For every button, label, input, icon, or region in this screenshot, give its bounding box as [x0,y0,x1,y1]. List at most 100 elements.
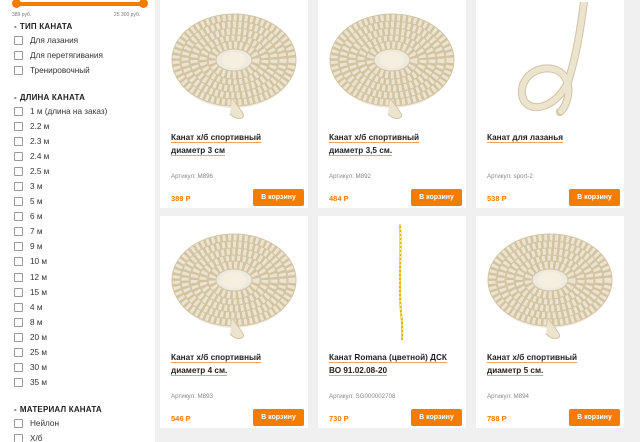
filter-option[interactable]: 4 м [14,300,154,315]
price-max-handle[interactable] [139,0,148,8]
product-title-line[interactable]: Канат для лазанья [487,133,564,143]
product-title[interactable]: Канат х/б спортивный диаметр 5 см. [487,352,617,377]
filter-checkbox[interactable] [14,317,23,327]
thin-rope-icon[interactable] [326,222,458,342]
filter-checkbox[interactable] [14,167,23,177]
filter-checkbox[interactable] [14,419,23,429]
filter-option[interactable]: 6 м [14,209,154,224]
filter-option[interactable]: Тренировочный [14,63,154,78]
product-title-line[interactable]: Канат х/б спортивный [329,133,420,143]
filter-checkbox[interactable] [14,302,23,312]
filter-checkbox[interactable] [14,287,23,297]
filter-option[interactable]: Нейлон [14,416,154,431]
filter-option[interactable]: 12 м [14,270,154,285]
product-price: 538 Р [487,194,507,203]
product-title-line[interactable]: диаметр 3,5 см. [329,145,393,156]
product-title-line[interactable]: Канат Romana (цветной) ДСК [329,353,447,363]
filter-checkbox[interactable] [14,212,23,222]
filter-checkbox[interactable] [14,362,23,372]
filter-option[interactable]: 2.4 м [14,149,154,164]
add-to-cart-button[interactable]: В корзину [569,189,620,206]
filter-option-label: 12 м [30,272,48,282]
filter-option-label: 25 м [30,347,48,357]
price-max-label: 25 300 руб. [114,12,141,18]
add-to-cart-button[interactable]: В корзину [411,409,462,426]
filter-option[interactable]: 2.2 м [14,119,154,134]
filter-checkbox[interactable] [14,66,23,76]
filter-option[interactable]: 15 м [14,285,154,300]
filter-group-title[interactable]: - МАТЕРИАЛ КАНАТА [14,404,154,416]
product-card[interactable]: Канат х/б спортивный диаметр 3 см Артикул:… [160,0,308,208]
filter-checkbox[interactable] [14,152,23,162]
product-title[interactable]: Канат Romana (цветной) ДСК ВО 91.02.08-20 [329,352,459,377]
product-title[interactable]: Канат для лазанья [487,132,617,145]
add-to-cart-button[interactable]: В корзину [569,409,620,426]
filter-option[interactable]: 25 м [14,345,154,360]
product-title-line[interactable]: ВО 91.02.08-20 [329,365,388,376]
filter-option[interactable]: Для лазания [14,33,154,48]
filter-option[interactable]: 3 м [14,179,154,194]
filter-checkbox[interactable] [14,227,23,237]
product-card[interactable]: Канат х/б спортивный диаметр 4 см. Артикул… [160,216,308,428]
filter-option[interactable]: 10 м [14,254,154,269]
filter-checkbox[interactable] [14,242,23,252]
filter-checkbox[interactable] [14,137,23,147]
hanging-rope-icon[interactable] [484,0,616,122]
filter-checkbox[interactable] [14,377,23,387]
filter-checkbox[interactable] [14,36,23,46]
product-title-line[interactable]: Канат х/б спортивный [487,353,578,363]
product-card[interactable]: Канат х/б спортивный диаметр 3,5 см. Артик… [318,0,466,208]
filter-checkbox[interactable] [14,197,23,207]
coiled-rope-icon[interactable] [326,2,458,122]
filter-checkbox[interactable] [14,434,23,442]
add-to-cart-button[interactable]: В корзину [253,409,304,426]
filter-option[interactable]: 7 м [14,224,154,239]
coiled-rope-icon[interactable] [484,222,616,342]
add-to-cart-button[interactable]: В корзину [253,189,304,206]
filter-option[interactable]: 35 м [14,375,154,390]
filter-option-label: 30 м [30,362,48,372]
price-slider-track [14,2,146,6]
product-card[interactable]: Канат Romana (цветной) ДСК ВО 91.02.08-20… [318,216,466,428]
coiled-rope-icon[interactable] [168,2,300,122]
product-title[interactable]: Канат х/б спортивный диаметр 3,5 см. [329,132,459,157]
filter-checkbox[interactable] [14,257,23,267]
product-sku: Артикул: М893 [171,393,213,400]
product-title-line[interactable]: Канат х/б спортивный [171,353,262,363]
filter-option[interactable]: 30 м [14,360,154,375]
filter-option[interactable]: Для перетягивания [14,48,154,63]
product-title-line[interactable]: Канат х/б спортивный [171,133,262,143]
add-to-cart-button[interactable]: В корзину [411,189,462,206]
filter-option[interactable]: 20 м [14,330,154,345]
price-min-handle[interactable] [12,0,21,8]
product-title-line[interactable]: диаметр 5 см. [487,365,544,376]
filter-checkbox[interactable] [14,272,23,282]
filter-checkbox[interactable] [14,332,23,342]
filter-option-label: 2.5 м [30,167,50,177]
filter-option[interactable]: 2.5 м [14,164,154,179]
product-title-line[interactable]: диаметр 3 см [171,145,226,156]
filter-option[interactable]: 9 м [14,239,154,254]
filter-option[interactable]: 1 м (длина на заказ) [14,104,154,119]
filter-option[interactable]: 5 м [14,194,154,209]
filter-checkbox[interactable] [14,182,23,192]
coiled-rope-icon[interactable] [168,222,300,342]
filter-option[interactable]: 8 м [14,315,154,330]
filter-option-label: 9 м [30,242,43,252]
filter-option[interactable]: 2.3 м [14,134,154,149]
product-card[interactable]: Канат х/б спортивный диаметр 5 см. Артикул… [476,216,624,428]
filter-checkbox[interactable] [14,347,23,357]
filter-option-label: Для лазания [30,36,79,46]
filter-checkbox[interactable] [14,107,23,117]
product-title[interactable]: Канат х/б спортивный диаметр 3 см [171,132,301,157]
filter-option-label: 35 м [30,377,48,387]
filter-checkbox[interactable] [14,51,23,61]
filter-group-title[interactable]: - ДЛИНА КАНАТА [14,92,154,104]
filter-group-title[interactable]: - ТИП КАНАТА [14,21,154,33]
filter-checkbox[interactable] [14,122,23,132]
product-card[interactable]: Канат для лазанья Артикул: sport-2 538 Р В … [476,0,624,208]
product-title-line[interactable]: диаметр 4 см. [171,365,228,376]
price-range-slider[interactable] [12,0,148,10]
product-title[interactable]: Канат х/б спортивный диаметр 4 см. [171,352,301,377]
filter-option[interactable]: Х/б [14,431,154,442]
